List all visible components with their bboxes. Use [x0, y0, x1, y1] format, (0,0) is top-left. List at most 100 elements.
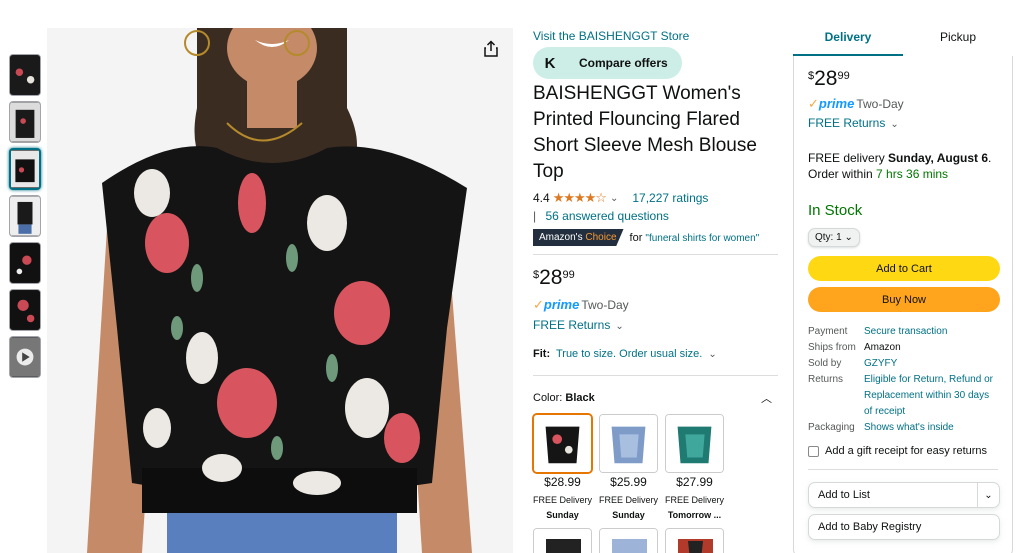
- rating-row: 4.4 ★★★★☆ ⌄ 17,227 ratings: [533, 190, 778, 206]
- swatch-delivery: FREE Delivery: [665, 495, 725, 505]
- color-swatch-green[interactable]: $27.99 FREE Delivery Tomorrow ...: [665, 414, 724, 520]
- thumbnail-2[interactable]: [9, 101, 41, 143]
- chevron-down-icon: ⌄: [844, 232, 853, 243]
- chevron-down-icon[interactable]: ⌄: [977, 483, 999, 507]
- free-returns-label: FREE Returns: [533, 318, 611, 332]
- swatch-price: $27.99: [676, 475, 713, 489]
- info-row-payment: Payment Secure transaction: [808, 324, 998, 340]
- two-day-label: Two-Day: [856, 97, 904, 111]
- gift-receipt-checkbox[interactable]: [808, 445, 819, 457]
- fulfillment-tabs: Delivery Pickup: [793, 22, 1013, 56]
- thumbnail-strip: [9, 54, 43, 383]
- swatch-price: $25.99: [610, 475, 647, 489]
- amazons-choice-badge: Amazon's Choice: [533, 229, 624, 246]
- price-whole: 28: [539, 266, 563, 289]
- stock-status: In Stock: [808, 202, 863, 219]
- product-page: Visit the BAISHENGGT Store K Compare off…: [0, 0, 1024, 553]
- color-value: Black: [565, 392, 595, 404]
- free-returns-link[interactable]: FREE Returns ⌄: [808, 116, 998, 130]
- buy-box-price: $ 28 99: [808, 68, 998, 90]
- chevron-down-icon[interactable]: ⌄: [610, 193, 618, 204]
- video-thumbnail[interactable]: [9, 336, 41, 378]
- free-delivery-label: FREE delivery: [808, 151, 885, 165]
- seller-link[interactable]: GZYFY: [864, 356, 897, 372]
- prime-logo[interactable]: ✓prime: [533, 297, 579, 313]
- color-selector-header[interactable]: Color: Black ︿: [533, 390, 778, 406]
- free-returns-label: FREE Returns: [808, 116, 886, 130]
- prime-logo[interactable]: ✓prime: [808, 96, 854, 112]
- swatch-image: [599, 414, 658, 473]
- compare-offers-label: Compare offers: [579, 56, 668, 70]
- swatch-day: Tomorrow ...: [667, 510, 722, 520]
- compare-logo-icon: K: [537, 50, 563, 76]
- badge-choice: Choice: [585, 232, 617, 243]
- chevron-down-icon[interactable]: ⌄: [708, 349, 716, 360]
- product-details: Visit the BAISHENGGT Store K Compare off…: [533, 28, 778, 553]
- chevron-up-icon[interactable]: ︿: [761, 390, 772, 406]
- thumbnail-1[interactable]: [9, 54, 41, 96]
- share-icon: [484, 40, 498, 57]
- gift-receipt-option[interactable]: Add a gift receipt for easy returns: [808, 445, 998, 470]
- color-swatch[interactable]: [665, 528, 724, 553]
- product-title: BAISHENGGT Women's Printed Flouncing Fla…: [533, 83, 757, 182]
- thumbnail-4[interactable]: [9, 195, 41, 237]
- tab-pickup[interactable]: Pickup: [903, 22, 1013, 56]
- prime-label: prime: [543, 297, 580, 312]
- prime-check-icon: ✓: [808, 96, 819, 111]
- compare-offers-button[interactable]: K Compare offers: [533, 47, 682, 79]
- free-returns-link[interactable]: FREE Returns ⌄: [533, 318, 778, 332]
- ships-from-value: Amazon: [864, 342, 901, 353]
- payment-link[interactable]: Secure transaction: [864, 324, 947, 340]
- prime-check-icon: ✓: [533, 297, 544, 312]
- star-rating-icon[interactable]: ★★★★☆: [553, 190, 607, 206]
- info-row-ships-from: Ships from Amazon: [808, 340, 998, 356]
- color-swatches: $28.99 FREE Delivery Sunday $25.99 FREE …: [533, 414, 778, 520]
- color-label-group: Color: Black: [533, 392, 595, 404]
- prime-row: ✓prime Two-Day: [808, 96, 998, 112]
- prime-label: prime: [818, 96, 855, 111]
- info-row-sold-by: Sold by GZYFY: [808, 356, 998, 372]
- choice-for-label: for: [629, 231, 643, 244]
- fit-value-link[interactable]: True to size. Order usual size.: [556, 348, 702, 360]
- color-swatch-blue[interactable]: $25.99 FREE Delivery Sunday: [599, 414, 658, 520]
- info-row-packaging: Packaging Shows what's inside: [808, 420, 998, 436]
- buy-box-body: $ 28 99 ✓prime Two-Day FREE Returns ⌄ FRE…: [793, 56, 1013, 553]
- buy-now-button[interactable]: Buy Now: [808, 287, 1000, 312]
- swatch-image: [665, 414, 724, 473]
- swatch-delivery: FREE Delivery: [599, 495, 659, 505]
- tab-delivery[interactable]: Delivery: [793, 22, 903, 56]
- store-link[interactable]: Visit the BAISHENGGT Store: [533, 29, 778, 43]
- thumbnail-3[interactable]: [9, 148, 41, 190]
- packaging-link[interactable]: Shows what's inside: [864, 420, 954, 436]
- add-to-list-button[interactable]: Add to List ⌄: [808, 482, 1000, 508]
- color-swatch[interactable]: [533, 528, 592, 553]
- ratings-count-link[interactable]: 17,227 ratings: [632, 191, 708, 205]
- add-to-cart-button[interactable]: Add to Cart: [808, 256, 1000, 281]
- returns-link[interactable]: Eligible for Return, Refund or Replaceme…: [864, 372, 998, 420]
- two-day-label: Two-Day: [581, 298, 629, 312]
- quantity-value: Qty: 1: [815, 232, 842, 243]
- price-whole: 28: [814, 67, 838, 90]
- delivery-countdown: 7 hrs 36 mins: [876, 167, 949, 181]
- chevron-down-icon: ⌄: [890, 119, 899, 130]
- share-button[interactable]: [481, 40, 501, 60]
- info-key: Packaging: [808, 422, 855, 433]
- badge-prefix: Amazon's: [539, 232, 583, 243]
- color-swatch[interactable]: [599, 528, 658, 553]
- fit-row: Fit: True to size. Order usual size. ⌄: [533, 348, 778, 376]
- thumbnail-5[interactable]: [9, 242, 41, 284]
- swatch-delivery: FREE Delivery: [533, 495, 593, 505]
- info-key: Returns: [808, 374, 844, 385]
- main-product-image[interactable]: [47, 28, 513, 553]
- seller-info: Payment Secure transaction Ships from Amaz…: [808, 324, 998, 436]
- price-fraction: 99: [562, 269, 575, 281]
- swatch-day: Sunday: [612, 510, 645, 520]
- answered-questions-link[interactable]: 56 answered questions: [545, 209, 668, 223]
- color-swatch-black[interactable]: $28.99 FREE Delivery Sunday: [533, 414, 592, 520]
- add-to-baby-registry-button[interactable]: Add to Baby Registry: [808, 514, 1000, 540]
- choice-query-link[interactable]: "funeral shirts for women": [645, 233, 759, 244]
- rating-value: 4.4: [533, 191, 550, 205]
- quantity-select[interactable]: Qty: 1 ⌄: [808, 228, 860, 247]
- thumbnail-6[interactable]: [9, 289, 41, 331]
- chevron-down-icon: ⌄: [615, 321, 624, 332]
